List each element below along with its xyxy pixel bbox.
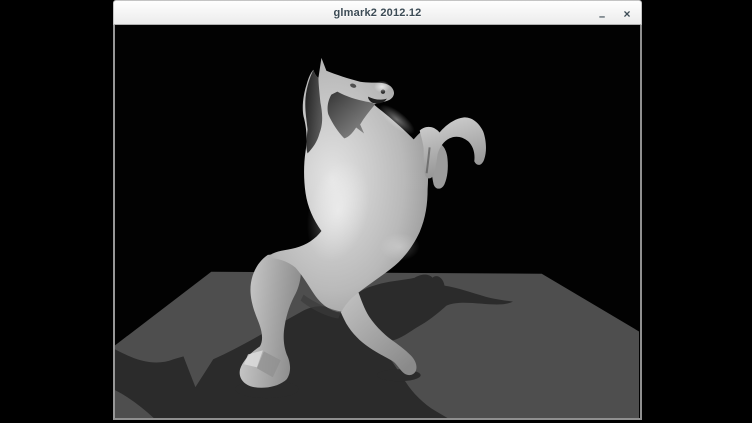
titlebar[interactable]: glmark2 2012.12 – × (113, 0, 642, 25)
render-scene (115, 25, 640, 418)
gl-viewport (113, 25, 642, 420)
glmark2-window: glmark2 2012.12 – × (113, 0, 642, 420)
close-icon[interactable]: × (616, 1, 638, 26)
rump-highlight (380, 233, 420, 261)
muzzle-highlight (374, 81, 390, 93)
window-title: glmark2 2012.12 (333, 7, 421, 19)
minimize-icon[interactable]: – (591, 1, 613, 26)
